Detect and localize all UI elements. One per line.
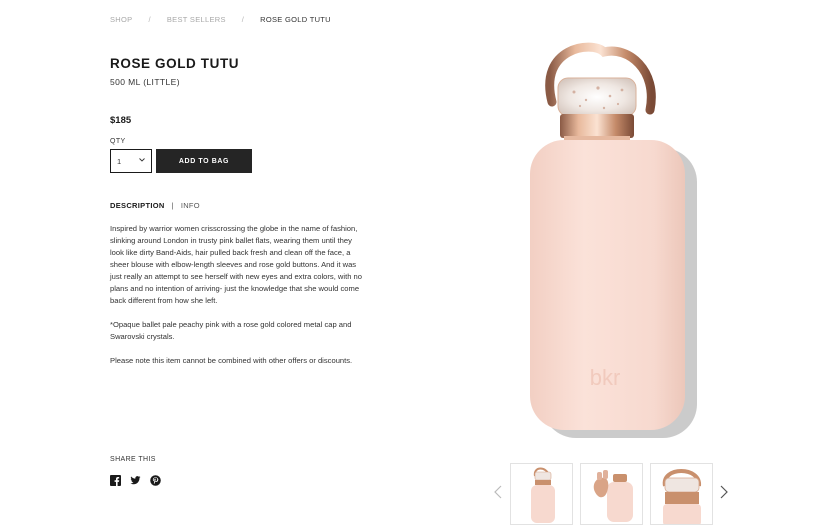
share-label: SHARE THIS — [110, 456, 156, 463]
svg-text:bkr: bkr — [590, 365, 621, 390]
tab-divider: | — [171, 201, 174, 210]
facebook-icon[interactable] — [110, 475, 121, 486]
pinterest-icon[interactable] — [150, 475, 161, 486]
chevron-right-icon[interactable] — [718, 484, 730, 500]
breadcrumb-separator: / — [241, 15, 245, 24]
description-paragraph: Inspired by warrior women crisscrossing … — [110, 224, 362, 305]
thumbnail-bottle-in-hand[interactable] — [580, 463, 643, 525]
add-to-bag-button[interactable]: ADD TO BAG — [156, 149, 252, 173]
breadcrumb: SHOP / BEST SELLERS / ROSE GOLD TUTU — [110, 15, 331, 24]
description-paragraph: Please note this item cannot be combined… — [110, 356, 353, 365]
breadcrumb-separator: / — [148, 15, 151, 24]
quantity-select[interactable]: 1 — [110, 149, 152, 173]
chevron-down-icon — [139, 158, 145, 164]
product-price: $185 — [110, 115, 132, 126]
share-icons — [110, 475, 161, 486]
thumbnail-bottle-cap-closeup[interactable] — [650, 463, 713, 525]
breadcrumb-current: ROSE GOLD TUTU — [260, 15, 331, 24]
product-title: ROSE GOLD TUTU — [110, 56, 240, 71]
quantity-value: 1 — [117, 156, 122, 166]
tab-description[interactable]: DESCRIPTION — [110, 201, 165, 210]
product-image[interactable]: bkr — [500, 30, 730, 450]
thumbnail-bottle-front[interactable] — [510, 463, 573, 525]
product-description: Inspired by warrior women crisscrossing … — [110, 223, 362, 379]
tab-info[interactable]: INFO — [181, 201, 200, 210]
product-size: 500 ML (LITTLE) — [110, 77, 180, 87]
breadcrumb-best-sellers[interactable]: BEST SELLERS — [167, 15, 226, 24]
product-tabs: DESCRIPTION | INFO — [110, 201, 200, 210]
description-paragraph: *Opaque ballet pale peachy pink with a r… — [110, 320, 352, 341]
qty-label: QTY — [110, 138, 126, 145]
gallery-thumbnails — [510, 463, 713, 525]
chevron-left-icon[interactable] — [492, 484, 504, 500]
twitter-icon[interactable] — [130, 475, 141, 486]
breadcrumb-shop[interactable]: SHOP — [110, 15, 132, 24]
